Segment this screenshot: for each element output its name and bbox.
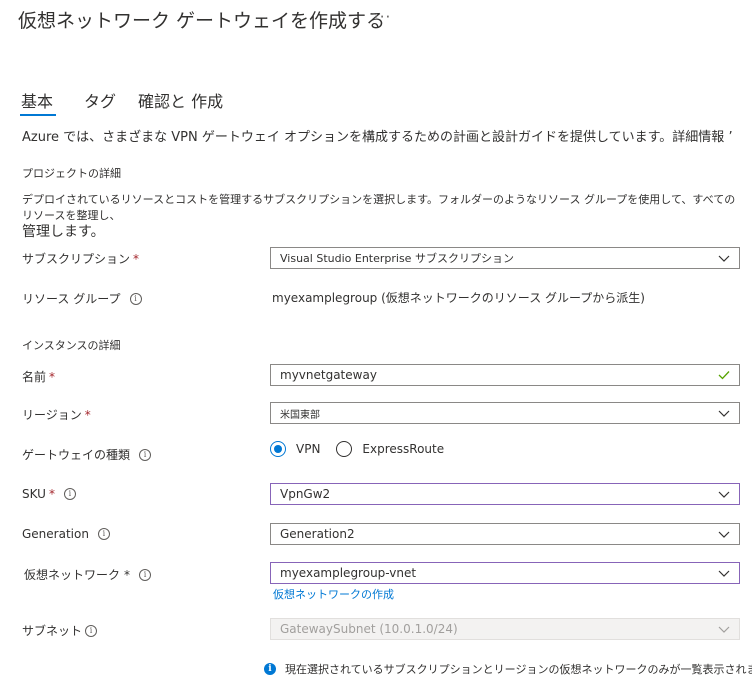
generation-dropdown[interactable]: Generation2 <box>270 523 740 545</box>
info-note-text: 現在選択されているサブスクリプションとリージョンの仮想ネットワークのみが一覧表示… <box>285 663 752 676</box>
resource-group-label: リソース グループ i <box>22 290 142 307</box>
vnet-label-text: 仮想ネットワーク <box>24 568 121 582</box>
sku-label: SKU * i <box>22 487 76 501</box>
page-title: 仮想ネットワーク ゲートウェイを作成する <box>18 10 386 32</box>
subnet-label: サブネット i <box>22 622 98 639</box>
sku-label-text: SKU <box>22 487 46 501</box>
resource-group-value: myexamplegroup (仮想ネットワークのリソース グループから派生) <box>272 291 645 305</box>
radio-expressroute[interactable] <box>336 441 353 457</box>
sku-value: VpnGw2 <box>280 487 331 501</box>
subscription-label-text: サブスクリプション <box>22 252 131 266</box>
chevron-down-icon <box>718 531 730 538</box>
info-icon[interactable]: i <box>97 528 110 540</box>
subscription-dropdown[interactable]: Visual Studio Enterprise サブスクリプション <box>270 247 740 269</box>
info-note: i 現在選択されているサブスクリプションとリージョンの仮想ネットワークのみが一覧… <box>264 661 752 677</box>
chevron-down-icon <box>718 491 730 498</box>
required-asterisk: * <box>84 407 91 422</box>
subscription-value: Visual Studio Enterprise サブスクリプション <box>280 252 514 265</box>
gateway-type-label: ゲートウェイの種類 i <box>22 446 152 463</box>
create-vnet-link[interactable]: 仮想ネットワークの作成 <box>273 586 394 602</box>
required-asterisk: * <box>124 567 131 582</box>
info-icon[interactable]: i <box>63 488 76 500</box>
required-asterisk: * <box>48 487 55 501</box>
chevron-down-icon <box>718 570 730 577</box>
required-asterisk: * <box>49 369 56 384</box>
info-icon[interactable]: i <box>139 568 152 581</box>
instance-details-heading: インスタンスの詳細 <box>22 339 121 352</box>
info-filled-icon: i <box>264 663 276 675</box>
name-label: 名前 * <box>22 368 55 385</box>
active-tab-indicator <box>20 114 56 116</box>
tab-tags[interactable]: タグ <box>84 88 116 112</box>
project-description: デプロイされているリソースとコストを管理するサブスクリプションを選択します。フォ… <box>22 192 742 240</box>
project-description-line1: デプロイされているリソースとコストを管理するサブスクリプションを選択します。フォ… <box>22 193 736 222</box>
subnet-value: GatewaySubnet (10.0.1.0/24) <box>280 622 458 636</box>
generation-label-text: Generation <box>22 527 89 541</box>
subnet-dropdown: GatewaySubnet (10.0.1.0/24) <box>270 618 740 640</box>
generation-label: Generation i <box>22 527 110 541</box>
generation-value: Generation2 <box>280 527 355 541</box>
gateway-type-label-text: ゲートウェイの種類 <box>22 448 131 462</box>
vnet-dropdown[interactable]: myexamplegroup-vnet <box>270 562 740 584</box>
region-label: リージョン * <box>22 406 91 423</box>
resource-group-label-text: リソース グループ <box>22 292 121 306</box>
radio-vpn-label: VPN <box>296 442 321 456</box>
region-value: 米国東部 <box>280 409 320 421</box>
more-options-button[interactable]: ··· <box>374 8 391 26</box>
subscription-label: サブスクリプション * <box>22 250 139 267</box>
project-details-heading: プロジェクトの詳細 <box>22 167 121 180</box>
required-asterisk: * <box>133 251 140 266</box>
info-icon[interactable]: i <box>129 292 142 305</box>
name-input[interactable]: myvnetgateway <box>270 364 740 386</box>
radio-vpn[interactable] <box>270 441 286 457</box>
chevron-down-icon <box>718 410 730 417</box>
info-icon[interactable]: i <box>85 624 98 637</box>
chevron-down-icon <box>718 626 730 633</box>
name-value: myvnetgateway <box>280 368 377 382</box>
tab-basics[interactable]: 基本 <box>21 88 53 112</box>
region-dropdown[interactable]: 米国東部 <box>270 402 740 424</box>
vnet-value: myexamplegroup-vnet <box>280 566 417 580</box>
checkmark-icon <box>718 371 730 380</box>
sku-dropdown[interactable]: VpnGw2 <box>270 483 740 505</box>
region-label-text: リージョン <box>22 408 82 422</box>
gateway-type-radio-group: VPN ExpressRoute <box>270 441 444 457</box>
project-description-line2: 管理します。 <box>22 224 105 240</box>
chevron-down-icon <box>718 255 730 262</box>
tab-review-create[interactable]: 確認と 作成 <box>138 88 223 112</box>
vnet-label: 仮想ネットワーク * i <box>24 566 152 583</box>
subnet-label-text: サブネット <box>22 624 83 638</box>
intro-text: Azure では、さまざまな VPN ゲートウェイ オプションを構成するための計… <box>22 130 733 145</box>
radio-expressroute-label: ExpressRoute <box>362 442 445 456</box>
name-label-text: 名前 <box>22 370 47 384</box>
info-icon[interactable]: i <box>139 448 152 461</box>
